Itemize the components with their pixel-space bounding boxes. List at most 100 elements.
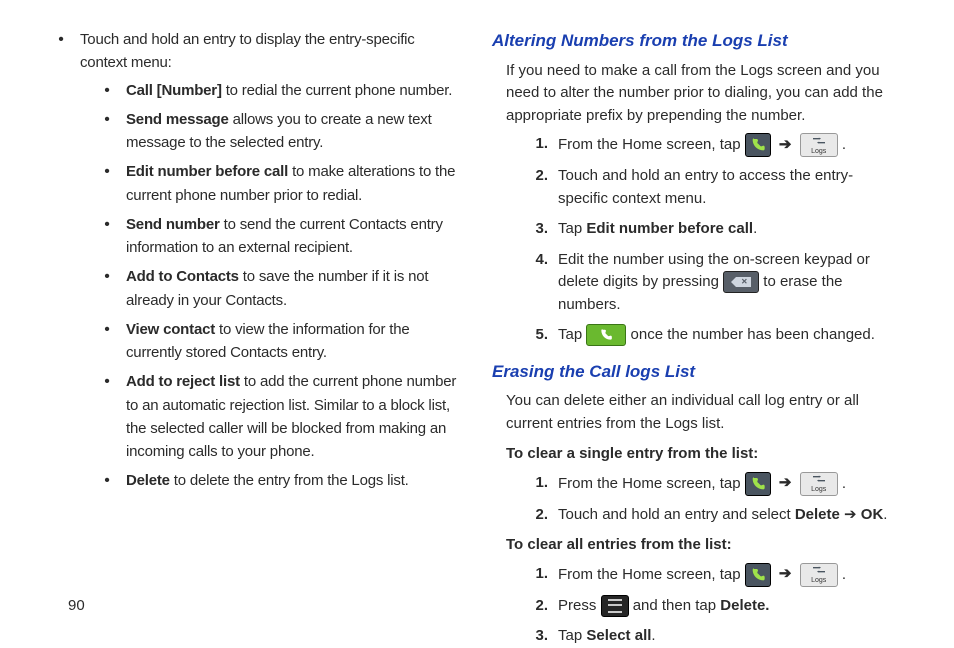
page-number: 90	[68, 597, 85, 614]
arrow-icon: ➔	[775, 474, 796, 491]
logs-icon: Logs	[800, 472, 838, 496]
item-bold: Add to Contacts	[126, 268, 239, 285]
list-item: Send message allows you to create a new …	[98, 108, 462, 155]
ordered-steps: 1. From the Home screen, tap ➔ Logs . 2.…	[492, 133, 902, 347]
bullet-icon	[98, 213, 116, 260]
step-bold: OK	[861, 506, 884, 523]
step-4: 4. Edit the number using the on-screen k…	[526, 249, 902, 317]
item-bold: Send number	[126, 216, 220, 233]
step-bold: Edit number before call	[586, 220, 753, 237]
step-text: once the number has been changed.	[631, 326, 875, 343]
bullet-icon	[98, 79, 116, 102]
step-text: From the Home screen, tap	[558, 474, 745, 491]
phone-app-icon	[745, 563, 771, 587]
list-item: Add to reject list to add the current ph…	[98, 370, 462, 463]
menu-icon	[601, 595, 629, 617]
logs-label: Logs	[811, 148, 826, 155]
sub-heading: To clear a single entry from the list:	[506, 443, 902, 466]
arrow-icon: ➔	[775, 136, 796, 153]
intro-text: Touch and hold an entry to display the e…	[80, 28, 462, 75]
step-5: 5. Tap once the number has been changed.	[526, 324, 902, 347]
section-altering-numbers: Altering Numbers from the Logs List If y…	[492, 28, 902, 347]
bullet-icon	[98, 318, 116, 365]
step-text: .	[842, 565, 846, 582]
section-erasing-logs: Erasing the Call logs List You can delet…	[492, 359, 902, 648]
step-text: .	[842, 136, 846, 153]
step-number: 2.	[526, 504, 548, 527]
step-text: and then tap	[633, 597, 721, 614]
step-text: Tap	[558, 220, 586, 237]
backspace-icon	[723, 271, 759, 293]
item-bold: Send message	[126, 111, 229, 128]
item-bold: Delete	[126, 472, 170, 489]
item-bold: Edit number before call	[126, 163, 288, 180]
bullet-icon	[98, 469, 116, 492]
item-bold: View contact	[126, 321, 215, 338]
step-number: 3.	[526, 625, 548, 648]
step-number: 2.	[526, 165, 548, 188]
ordered-steps: 1. From the Home screen, tap ➔ Logs . 2.…	[492, 563, 902, 648]
arrow-icon: ➔	[775, 565, 796, 582]
step-text: Press	[558, 597, 601, 614]
step-text: ➔	[840, 506, 861, 523]
left-column: Touch and hold an entry to display the e…	[52, 28, 462, 616]
list-item: Send number to send the current Contacts…	[98, 213, 462, 260]
logs-label: Logs	[811, 577, 826, 584]
step-number: 1.	[526, 133, 548, 156]
step-number: 1.	[526, 472, 548, 495]
list-item: Add to Contacts to save the number if it…	[98, 265, 462, 312]
step-text: From the Home screen, tap	[558, 136, 745, 153]
step-1: 1. From the Home screen, tap ➔ Logs .	[526, 472, 902, 496]
context-menu-items: Call [Number] to redial the current phon…	[52, 79, 462, 493]
step-2: 2. Press and then tap Delete.	[526, 595, 902, 618]
step-text: Touch and hold an entry and select	[558, 506, 795, 523]
list-item: Delete to delete the entry from the Logs…	[98, 469, 462, 492]
right-column: Altering Numbers from the Logs List If y…	[492, 28, 902, 616]
step-2: 2. Touch and hold an entry to access the…	[526, 165, 902, 210]
step-bold: Delete	[795, 506, 840, 523]
bullet-icon	[98, 108, 116, 155]
list-item: View contact to view the information for…	[98, 318, 462, 365]
step-text: .	[753, 220, 757, 237]
step-text: Touch and hold an entry to access the en…	[558, 165, 902, 210]
bullet-icon	[98, 370, 116, 463]
step-text: .	[842, 474, 846, 491]
section-heading: Erasing the Call logs List	[492, 359, 902, 385]
phone-app-icon	[745, 133, 771, 157]
step-number: 3.	[526, 218, 548, 241]
item-rest: to redial the current phone number.	[222, 82, 452, 99]
list-item: Edit number before call to make alterati…	[98, 160, 462, 207]
step-number: 5.	[526, 324, 548, 347]
step-2: 2. Touch and hold an entry and select De…	[526, 504, 902, 527]
logs-icon: Logs	[800, 563, 838, 587]
context-menu-intro: Touch and hold an entry to display the e…	[52, 28, 462, 75]
logs-icon: Logs	[800, 133, 838, 157]
section-intro: If you need to make a call from the Logs…	[506, 60, 902, 128]
sub-heading: To clear all entries from the list:	[506, 534, 902, 557]
step-3: 3. Tap Edit number before call.	[526, 218, 902, 241]
step-1: 1. From the Home screen, tap ➔ Logs .	[526, 133, 902, 157]
step-number: 2.	[526, 595, 548, 618]
step-3: 3. Tap Select all.	[526, 625, 902, 648]
step-bold: Delete.	[720, 597, 769, 614]
manual-page: Touch and hold an entry to display the e…	[0, 0, 954, 636]
step-text: Tap	[558, 326, 586, 343]
section-intro: You can delete either an individual call…	[506, 390, 902, 435]
item-bold: Add to reject list	[126, 373, 240, 390]
list-item: Call [Number] to redial the current phon…	[98, 79, 462, 102]
item-rest: to delete the entry from the Logs list.	[170, 472, 409, 489]
bullet-icon	[98, 265, 116, 312]
phone-app-icon	[745, 472, 771, 496]
step-1: 1. From the Home screen, tap ➔ Logs .	[526, 563, 902, 587]
bullet-icon	[98, 160, 116, 207]
step-number: 1.	[526, 563, 548, 586]
step-text: From the Home screen, tap	[558, 565, 745, 582]
logs-label: Logs	[811, 486, 826, 493]
bullet-icon	[52, 28, 70, 75]
call-icon	[586, 324, 626, 346]
item-bold: Call [Number]	[126, 82, 222, 99]
step-number: 4.	[526, 249, 548, 272]
section-heading: Altering Numbers from the Logs List	[492, 28, 902, 54]
step-text: .	[883, 506, 887, 523]
ordered-steps: 1. From the Home screen, tap ➔ Logs . 2.…	[492, 472, 902, 527]
